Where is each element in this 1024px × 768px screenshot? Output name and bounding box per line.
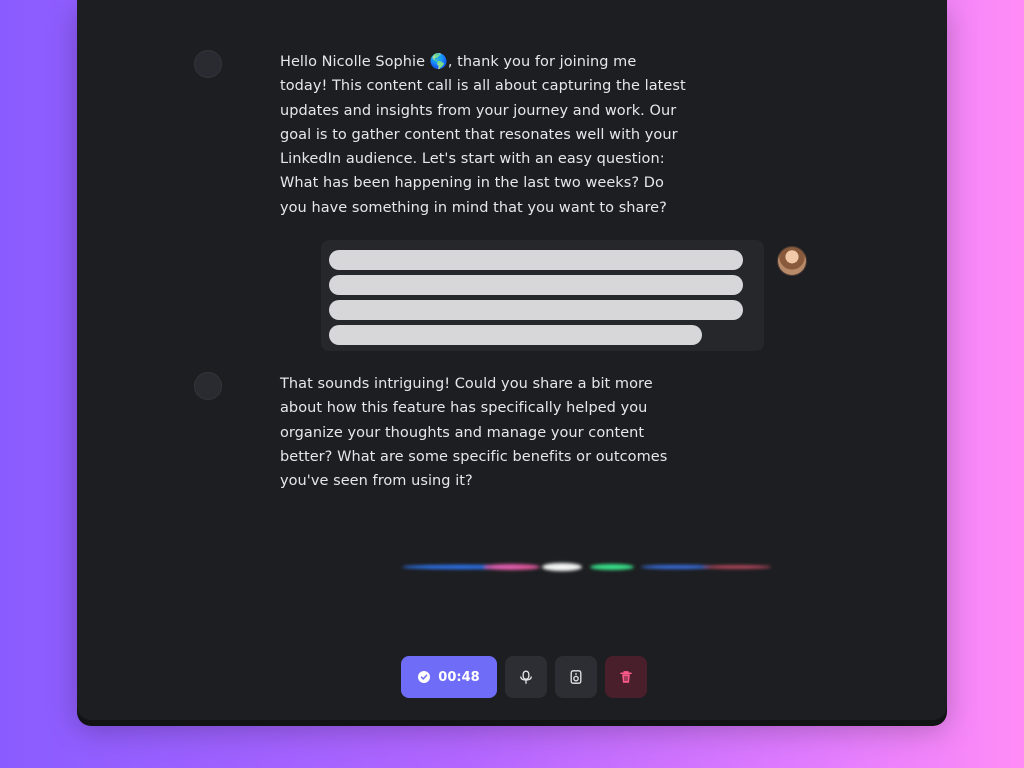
audio-wave-icon [200, 379, 217, 393]
speaker-button[interactable] [555, 656, 597, 698]
redacted-line [329, 325, 702, 345]
user-avatar [778, 247, 806, 275]
redacted-line [329, 300, 743, 320]
assistant-message: That sounds intriguing! Could you share … [194, 372, 687, 493]
call-controls: 00:48 [401, 656, 647, 698]
user-message-redacted [321, 240, 764, 351]
redacted-line [329, 275, 743, 295]
timer-button[interactable]: 00:48 [401, 656, 497, 698]
chat-window: Hello Nicolle Sophie 🌎, thank you for jo… [77, 0, 947, 720]
check-circle-icon [418, 671, 431, 683]
redacted-line [329, 250, 743, 270]
assistant-avatar [194, 372, 222, 400]
delete-button[interactable] [605, 656, 647, 698]
assistant-message-text: That sounds intriguing! Could you share … [280, 376, 668, 490]
assistant-message: Hello Nicolle Sophie 🌎, thank you for jo… [194, 50, 687, 220]
speaker-icon [570, 670, 582, 684]
assistant-message-text: Hello Nicolle Sophie 🌎, thank you for jo… [280, 54, 686, 216]
timer-label: 00:48 [438, 669, 480, 685]
microphone-button[interactable] [505, 656, 547, 698]
audio-wave-icon [200, 57, 217, 71]
voice-waveform [207, 563, 827, 571]
microphone-icon [520, 670, 532, 684]
trash-icon [620, 671, 632, 683]
assistant-avatar [194, 50, 222, 78]
